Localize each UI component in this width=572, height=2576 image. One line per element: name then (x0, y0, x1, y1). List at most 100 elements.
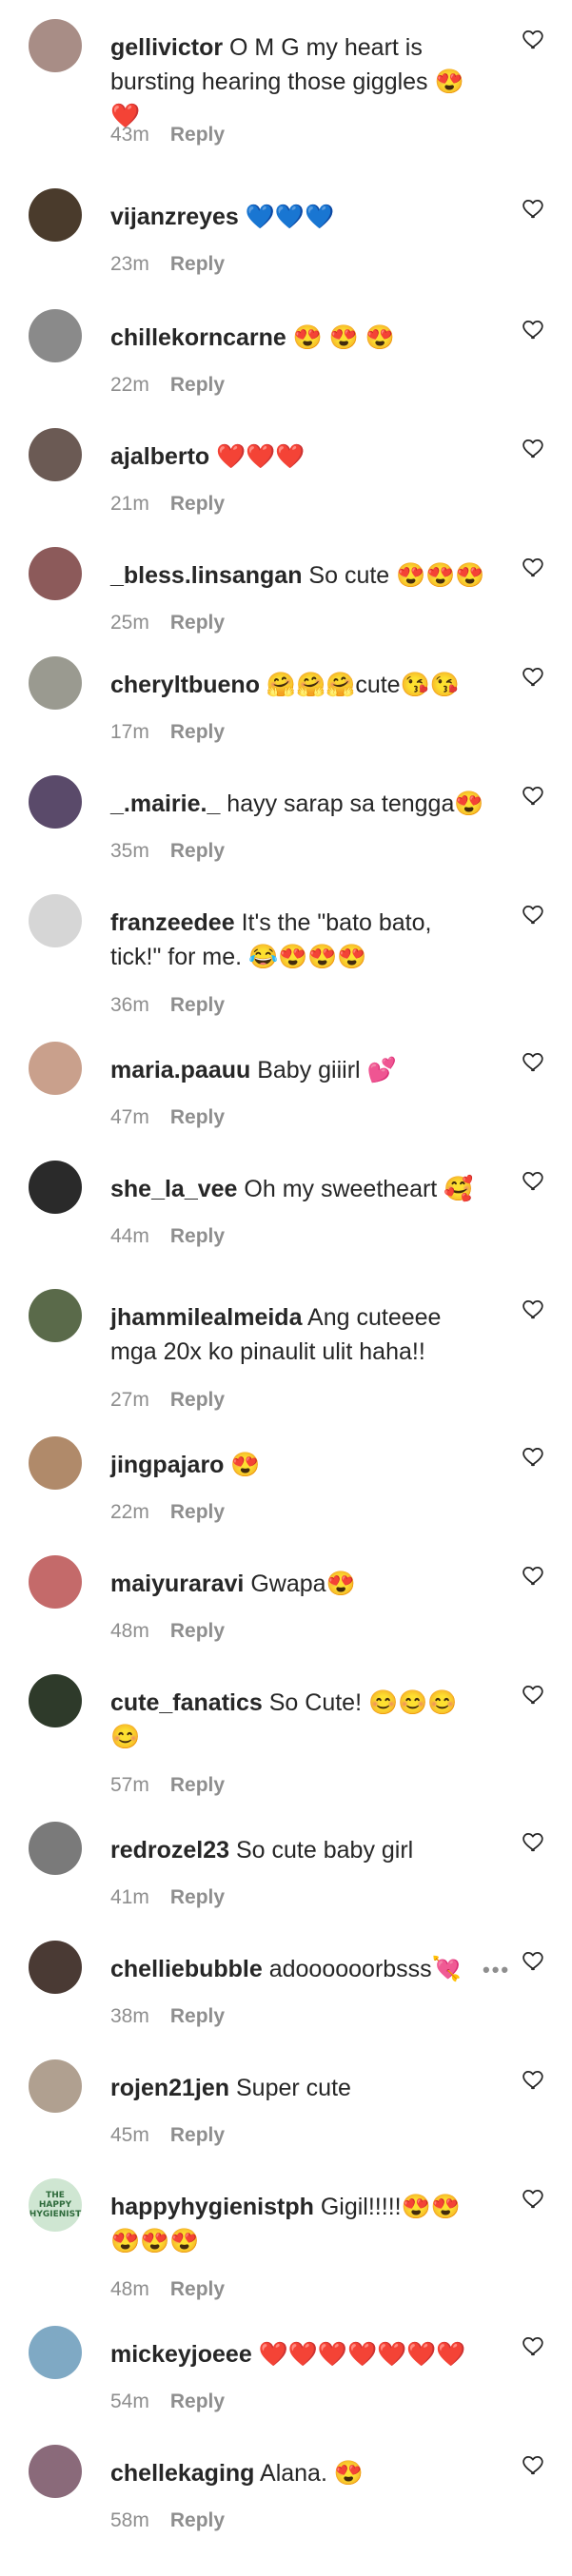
like-heart-icon[interactable] (522, 1168, 546, 1193)
avatar[interactable] (29, 1555, 82, 1609)
comment-username[interactable]: maiyuraravi (110, 1571, 244, 1597)
comment-body: vijanzreyes 💙💙💙 (110, 200, 486, 234)
comment-body: _bless.linsangan So cute 😍😍😍 (110, 558, 486, 593)
reply-button[interactable]: Reply (170, 1106, 225, 1128)
like-heart-icon[interactable] (522, 2333, 546, 2358)
avatar[interactable] (29, 1042, 82, 1095)
comment-username[interactable]: cheryltbueno (110, 672, 260, 698)
avatar[interactable] (29, 2445, 82, 2498)
reply-button[interactable]: Reply (170, 1389, 225, 1411)
like-heart-icon[interactable] (522, 1682, 546, 1707)
like-heart-icon[interactable] (522, 902, 546, 927)
like-heart-icon[interactable] (522, 1444, 546, 1469)
comment-username[interactable]: she_la_vee (110, 1176, 237, 1202)
reply-button[interactable]: Reply (170, 253, 225, 275)
reply-button[interactable]: Reply (170, 2509, 225, 2531)
avatar[interactable] (29, 1822, 82, 1875)
like-heart-icon[interactable] (522, 664, 546, 689)
avatar[interactable] (29, 547, 82, 600)
avatar[interactable] (29, 1161, 82, 1214)
reply-button[interactable]: Reply (170, 1501, 225, 1523)
comment-body: jingpajaro 😍 (110, 1448, 486, 1482)
like-heart-icon[interactable] (522, 1563, 546, 1588)
reply-button[interactable]: Reply (170, 124, 225, 146)
avatar[interactable] (29, 1941, 82, 1994)
comment-username[interactable]: chelliebubble (110, 1956, 263, 1982)
reply-button[interactable]: Reply (170, 374, 225, 396)
comment-username[interactable]: vijanzreyes (110, 204, 239, 230)
comment-timestamp: 36m (110, 994, 149, 1016)
like-heart-icon[interactable] (522, 2452, 546, 2477)
reply-button[interactable]: Reply (170, 1886, 225, 1908)
avatar[interactable] (29, 656, 82, 710)
avatar[interactable] (29, 2059, 82, 2113)
like-heart-icon[interactable] (522, 1049, 546, 1074)
comment-username[interactable]: jingpajaro (110, 1452, 224, 1478)
comment-timestamp: 38m (110, 2005, 149, 2027)
comment-timestamp: 22m (110, 1501, 149, 1523)
comment-timestamp: 47m (110, 1106, 149, 1128)
like-heart-icon[interactable] (522, 27, 546, 51)
avatar[interactable] (29, 428, 82, 481)
like-heart-icon[interactable] (522, 2067, 546, 2092)
comment-username[interactable]: gellivictor (110, 34, 223, 61)
comment-text: hayy sarap sa tengga😍 (220, 790, 484, 817)
avatar[interactable] (29, 775, 82, 829)
avatar[interactable] (29, 19, 82, 72)
avatar[interactable] (29, 188, 82, 242)
comment-username[interactable]: rojen21jen (110, 2075, 229, 2101)
comment-timestamp: 54m (110, 2391, 149, 2412)
comment-username[interactable]: franzeedee (110, 909, 235, 936)
comment-username[interactable]: redrozel23 (110, 1837, 229, 1864)
reply-button[interactable]: Reply (170, 840, 225, 862)
comment-username[interactable]: chellekaging (110, 2460, 254, 2487)
reply-button[interactable]: Reply (170, 721, 225, 743)
comment-timestamp: 58m (110, 2509, 149, 2531)
reply-button[interactable]: Reply (170, 2278, 225, 2300)
comment-username[interactable]: maria.paauu (110, 1057, 250, 1083)
avatar[interactable]: THE HAPPY HYGIENIST (29, 2178, 82, 2232)
avatar[interactable] (29, 1436, 82, 1490)
comment-username[interactable]: _.mairie._ (110, 790, 220, 817)
reply-button[interactable]: Reply (170, 2005, 225, 2027)
avatar[interactable] (29, 2326, 82, 2379)
like-heart-icon[interactable] (522, 2186, 546, 2211)
avatar[interactable] (29, 1289, 82, 1342)
comment-text: Gwapa😍 (244, 1571, 356, 1597)
comment-username[interactable]: chillekorncarne (110, 324, 286, 351)
comment-username[interactable]: cute_fanatics (110, 1689, 263, 1716)
comment-username[interactable]: mickeyjoeee (110, 2341, 252, 2368)
comment-body: cute_fanatics So Cute! 😊😊😊😊 (110, 1686, 486, 1754)
like-heart-icon[interactable] (522, 783, 546, 808)
avatar[interactable] (29, 1674, 82, 1727)
reply-button[interactable]: Reply (170, 1774, 225, 1796)
reply-button[interactable]: Reply (170, 994, 225, 1016)
like-heart-icon[interactable] (522, 317, 546, 342)
comment-body: happyhygienistph Gigil!!!!!😍😍😍😍😍 (110, 2190, 486, 2258)
like-heart-icon[interactable] (522, 555, 546, 579)
like-heart-icon[interactable] (522, 436, 546, 460)
comment-username[interactable]: happyhygienistph (110, 2194, 314, 2220)
reply-button[interactable]: Reply (170, 1225, 225, 1247)
avatar[interactable] (29, 309, 82, 362)
like-heart-icon[interactable] (522, 196, 546, 221)
reply-button[interactable]: Reply (170, 2124, 225, 2146)
comment-meta: 44m Reply (110, 1225, 225, 1248)
reply-button[interactable]: Reply (170, 612, 225, 634)
reply-button[interactable]: Reply (170, 2391, 225, 2412)
like-heart-icon[interactable] (522, 1829, 546, 1854)
like-heart-icon[interactable] (522, 1297, 546, 1321)
reply-button[interactable]: Reply (170, 1620, 225, 1642)
comment-timestamp: 45m (110, 2124, 149, 2146)
comment-body: chellekaging Alana. 😍 (110, 2456, 486, 2490)
more-options-icon[interactable]: ••• (483, 1958, 510, 1982)
comment-username[interactable]: ajalberto (110, 443, 209, 470)
comment-timestamp: 43m (110, 124, 149, 146)
comment-username[interactable]: jhammilealmeida (110, 1304, 302, 1331)
like-heart-icon[interactable] (522, 1948, 546, 1973)
reply-button[interactable]: Reply (170, 493, 225, 515)
comment-username[interactable]: _bless.linsangan (110, 562, 302, 589)
comment-text: 😍 😍 😍 (286, 324, 396, 351)
comment-meta: 41m Reply (110, 1886, 225, 1909)
avatar[interactable] (29, 894, 82, 947)
